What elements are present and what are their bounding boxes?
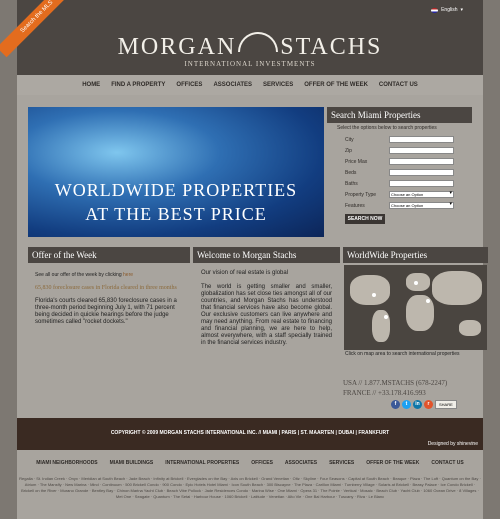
nav-associates[interactable]: ASSOCIATES <box>213 82 252 88</box>
offer-body: Florida's courts cleared 65,830 foreclos… <box>35 298 177 325</box>
logo-tagline: INTERNATIONAL INVESTMENTS <box>184 60 316 68</box>
building-links[interactable]: Regalia · St. Indian Creek · Onyx · Meri… <box>17 473 483 500</box>
hero-banner: WORLDWIDE PROPERTIES AT THE BEST PRICE <box>28 107 324 237</box>
copyright-bar: COPYRIGHT © 2009 MORGAN STACHS INTERNATI… <box>17 418 483 450</box>
welcome-title: Welcome to Morgan Stachs <box>193 247 340 263</box>
baths-row: Baths <box>345 178 472 189</box>
map-marker[interactable] <box>414 281 418 285</box>
logo-word-left: MORGAN <box>117 34 237 60</box>
map-marker[interactable] <box>384 315 388 319</box>
search-subtitle: Select the options below to search prope… <box>337 125 437 131</box>
europe-region[interactable] <box>406 273 430 291</box>
beds-label: Beds <box>345 169 357 176</box>
footer-nav-offices[interactable]: OFFICES <box>251 460 273 466</box>
top-navigation: HOME FIND A PROPERTY OFFICES ASSOCIATES … <box>17 75 483 95</box>
worldwide-column: WorldWide Properties Click on map area t… <box>343 247 488 382</box>
features-label: Features <box>345 202 365 209</box>
nav-offer-of-week[interactable]: OFFER OF THE WEEK <box>304 82 368 88</box>
beds-input[interactable] <box>389 169 454 176</box>
chevron-down-icon: ▾ <box>460 7 463 13</box>
features-row: Features Choose an Option <box>345 200 472 211</box>
property-type-select[interactable]: Choose an Option <box>389 191 454 198</box>
hero-line-2: AT THE BEST PRICE <box>85 204 267 224</box>
offer-intro: See all our offer of the week by clickin… <box>35 272 190 278</box>
offer-here-link[interactable]: here <box>123 272 133 278</box>
north-america-region[interactable] <box>350 275 390 305</box>
welcome-column: Welcome to Morgan Stachs Our vision of r… <box>193 247 340 382</box>
social-links: f t in r SHARE <box>391 400 488 409</box>
nav-offices[interactable]: OFFICES <box>176 82 202 88</box>
zip-label: Zip <box>345 147 352 154</box>
linkedin-icon[interactable]: in <box>413 400 422 409</box>
language-selector[interactable]: English ▾ <box>431 7 463 13</box>
price-max-input[interactable] <box>389 158 454 165</box>
welcome-body: The world is getting smaller and smaller… <box>201 284 332 346</box>
contact-block: USA // 1.877.MSTACHS (678-2247) FRANCE /… <box>343 378 488 409</box>
world-map[interactable] <box>344 265 487 350</box>
footer-nav-services[interactable]: SERVICES <box>329 460 354 466</box>
footer-navigation: MIAMI NEIGHBORHOODS MIAMI BUILDINGS INTE… <box>17 457 483 469</box>
share-button[interactable]: SHARE <box>435 400 457 409</box>
baths-input[interactable] <box>389 180 454 187</box>
worldwide-title: WorldWide Properties <box>343 247 488 263</box>
price-max-label: Price Max <box>345 158 368 165</box>
city-input[interactable] <box>389 136 454 143</box>
logo-word-right: STACHS <box>280 34 383 60</box>
price-row: Price Max <box>345 156 472 167</box>
facebook-icon[interactable]: f <box>391 400 400 409</box>
baths-label: Baths <box>345 180 358 187</box>
footer-nav-contact[interactable]: CONTACT US <box>431 460 463 466</box>
map-marker[interactable] <box>372 293 376 297</box>
twitter-icon[interactable]: t <box>402 400 411 409</box>
map-marker[interactable] <box>426 299 430 303</box>
australia-region[interactable] <box>459 320 481 336</box>
nav-home[interactable]: HOME <box>82 82 100 88</box>
city-label: City <box>345 136 354 143</box>
offer-column: Offer of the Week See all our offer of t… <box>28 247 190 382</box>
zip-row: Zip <box>345 145 472 156</box>
offer-intro-text: See all our offer of the week by clickin… <box>35 272 122 278</box>
property-type-label: Property Type <box>345 191 377 198</box>
map-caption: Click on map area to search internationa… <box>345 351 460 357</box>
footer-nav-associates[interactable]: ASSOCIATES <box>285 460 317 466</box>
nav-services[interactable]: SERVICES <box>263 82 293 88</box>
copyright-text: COPYRIGHT © 2009 MORGAN STACHS INTERNATI… <box>110 430 390 436</box>
hero-line-1: WORLDWIDE PROPERTIES <box>54 180 298 200</box>
footer-nav-international[interactable]: INTERNATIONAL PROPERTIES <box>165 460 239 466</box>
footer-nav-buildings[interactable]: MIAMI BUILDINGS <box>110 460 154 466</box>
footer-nav-neighborhoods[interactable]: MIAMI NEIGHBORHOODS <box>36 460 97 466</box>
features-select[interactable]: Choose an Option <box>389 202 454 209</box>
beds-row: Beds <box>345 167 472 178</box>
usa-phone: USA // 1.877.MSTACHS (678-2247) <box>343 379 448 387</box>
rss-icon[interactable]: r <box>424 400 433 409</box>
search-panel-title: Search Miami Properties <box>327 107 472 123</box>
city-row: City <box>345 134 472 145</box>
flag-icon <box>431 7 439 13</box>
footer-nav-offer[interactable]: OFFER OF THE WEEK <box>366 460 419 466</box>
offer-title: Offer of the Week <box>28 247 190 263</box>
search-now-button[interactable]: SEARCH NOW <box>345 214 385 224</box>
france-phone: FRANCE // +33.178.416.993 <box>343 389 426 397</box>
search-panel: Search Miami Properties Select the optio… <box>327 107 472 237</box>
page: Search the MLS English ▾ MORGAN STACHS IN… <box>0 0 488 519</box>
zip-input[interactable] <box>389 147 454 154</box>
asia-region[interactable] <box>432 271 482 305</box>
logo[interactable]: MORGAN STACHS <box>17 32 483 61</box>
designer-credit[interactable]: Designed by shinevine <box>428 441 478 447</box>
nav-find-property[interactable]: FIND A PROPERTY <box>111 82 165 88</box>
property-type-row: Property Type Choose an Option <box>345 189 472 200</box>
welcome-lead: Our vision of real estate is global <box>201 270 289 276</box>
nav-contact-us[interactable]: CONTACT US <box>379 82 418 88</box>
header: Search the MLS English ▾ MORGAN STACHS IN… <box>0 0 483 75</box>
offer-headline[interactable]: 65,830 foreclosure cases in Florida clea… <box>35 284 183 293</box>
arch-icon <box>238 32 279 52</box>
language-label: English <box>441 7 458 13</box>
